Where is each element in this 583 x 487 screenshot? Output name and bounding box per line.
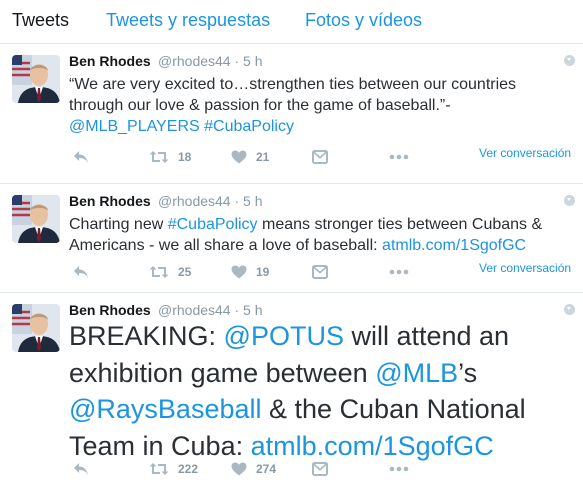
tweet-actions: 222 274 xyxy=(69,459,569,479)
retweet-count: 18 xyxy=(178,150,192,164)
tweet-link[interactable]: atmlb.com/1SgofGC xyxy=(251,431,494,461)
tweet-text: “We are very excited to…strengthen ties … xyxy=(69,74,574,137)
avatar[interactable] xyxy=(12,55,60,103)
retweet-icon xyxy=(149,462,169,476)
direct-message-icon xyxy=(312,462,328,476)
retweet-icon xyxy=(149,265,169,279)
retweet-button[interactable]: 25 xyxy=(149,262,191,282)
more-icon xyxy=(389,466,409,472)
more-button[interactable] xyxy=(389,262,409,282)
tweet-link[interactable]: @RaysBaseball xyxy=(69,394,262,424)
author-name[interactable]: Ben Rhodes xyxy=(69,302,151,318)
like-button[interactable]: 21 xyxy=(231,147,269,167)
tweet-link[interactable]: atmlb.com/1SgofGC xyxy=(382,237,526,254)
tweet-text-segment: Charting new xyxy=(69,216,168,233)
reply-button[interactable] xyxy=(73,262,89,282)
author-name[interactable]: Ben Rhodes xyxy=(69,193,151,209)
heart-icon xyxy=(231,150,247,164)
profile-tabs: Tweets Tweets y respuestas Fotos y vídeo… xyxy=(0,0,583,44)
heart-icon xyxy=(231,265,247,279)
retweet-icon xyxy=(149,150,169,164)
tweet-text-segment: BREAKING: xyxy=(69,321,224,351)
chevron-down-icon[interactable] xyxy=(564,55,575,66)
like-count: 19 xyxy=(256,265,270,279)
reply-icon xyxy=(73,150,89,164)
author-name[interactable]: Ben Rhodes xyxy=(69,53,151,69)
view-conversation-link[interactable]: Ver conversación xyxy=(479,261,571,275)
tweet-text: Charting new #CubaPolicy means stronger … xyxy=(69,214,574,256)
like-button[interactable]: 19 xyxy=(231,262,269,282)
reply-icon xyxy=(73,265,89,279)
tweet-link[interactable]: #CubaPolicy xyxy=(204,118,294,135)
retweet-count: 222 xyxy=(178,462,199,476)
tab-tweets[interactable]: Tweets xyxy=(12,10,69,31)
retweet-button[interactable]: 18 xyxy=(149,147,191,167)
reply-button[interactable] xyxy=(73,147,89,167)
like-button[interactable]: 274 xyxy=(231,459,276,479)
tweet[interactable]: Ben Rhodes @rhodes44 · 5 h Charting new … xyxy=(0,184,583,293)
direct-message-button[interactable] xyxy=(312,262,328,282)
tweet-link[interactable]: #CubaPolicy xyxy=(168,216,258,233)
author-handle-time: @rhodes44 · 5 h xyxy=(158,302,263,318)
reply-button[interactable] xyxy=(73,459,89,479)
chevron-down-icon[interactable] xyxy=(564,195,575,206)
avatar[interactable] xyxy=(12,195,60,243)
author-handle-time: @rhodes44 · 5 h xyxy=(158,193,263,209)
more-button[interactable] xyxy=(389,147,409,167)
heart-icon xyxy=(231,462,247,476)
like-count: 274 xyxy=(256,462,277,476)
author-handle-time: @rhodes44 · 5 h xyxy=(158,53,263,69)
more-icon xyxy=(389,154,409,160)
tab-photos-and-videos[interactable]: Fotos y vídeos xyxy=(305,10,422,31)
direct-message-icon xyxy=(312,265,328,279)
more-icon xyxy=(389,269,409,275)
view-conversation-link[interactable]: Ver conversación xyxy=(479,146,571,160)
tweet[interactable]: Ben Rhodes @rhodes44 · 5 h BREAKING: @PO… xyxy=(0,293,583,487)
more-button[interactable] xyxy=(389,459,409,479)
retweet-count: 25 xyxy=(178,265,192,279)
tweet-link[interactable]: @MLB xyxy=(375,358,458,388)
avatar[interactable] xyxy=(12,304,60,352)
retweet-button[interactable]: 222 xyxy=(149,459,198,479)
tweet-link[interactable]: @MLB_PLAYERS xyxy=(69,118,200,135)
like-count: 21 xyxy=(256,150,270,164)
direct-message-button[interactable] xyxy=(312,459,328,479)
tweet-text-segment: “We are very excited to…strengthen ties … xyxy=(69,76,517,114)
tab-tweets-and-replies[interactable]: Tweets y respuestas xyxy=(106,10,270,31)
tweet-link[interactable]: @POTUS xyxy=(224,321,344,351)
chevron-down-icon[interactable] xyxy=(564,304,575,315)
direct-message-icon xyxy=(312,150,328,164)
direct-message-button[interactable] xyxy=(312,147,328,167)
tweet-text-segment: ’s xyxy=(458,357,478,388)
tweet[interactable]: Ben Rhodes @rhodes44 · 5 h “We are very … xyxy=(0,44,583,184)
tweet-text: BREAKING: @POTUS will attend an exhibiti… xyxy=(69,318,579,464)
reply-icon xyxy=(73,462,89,476)
